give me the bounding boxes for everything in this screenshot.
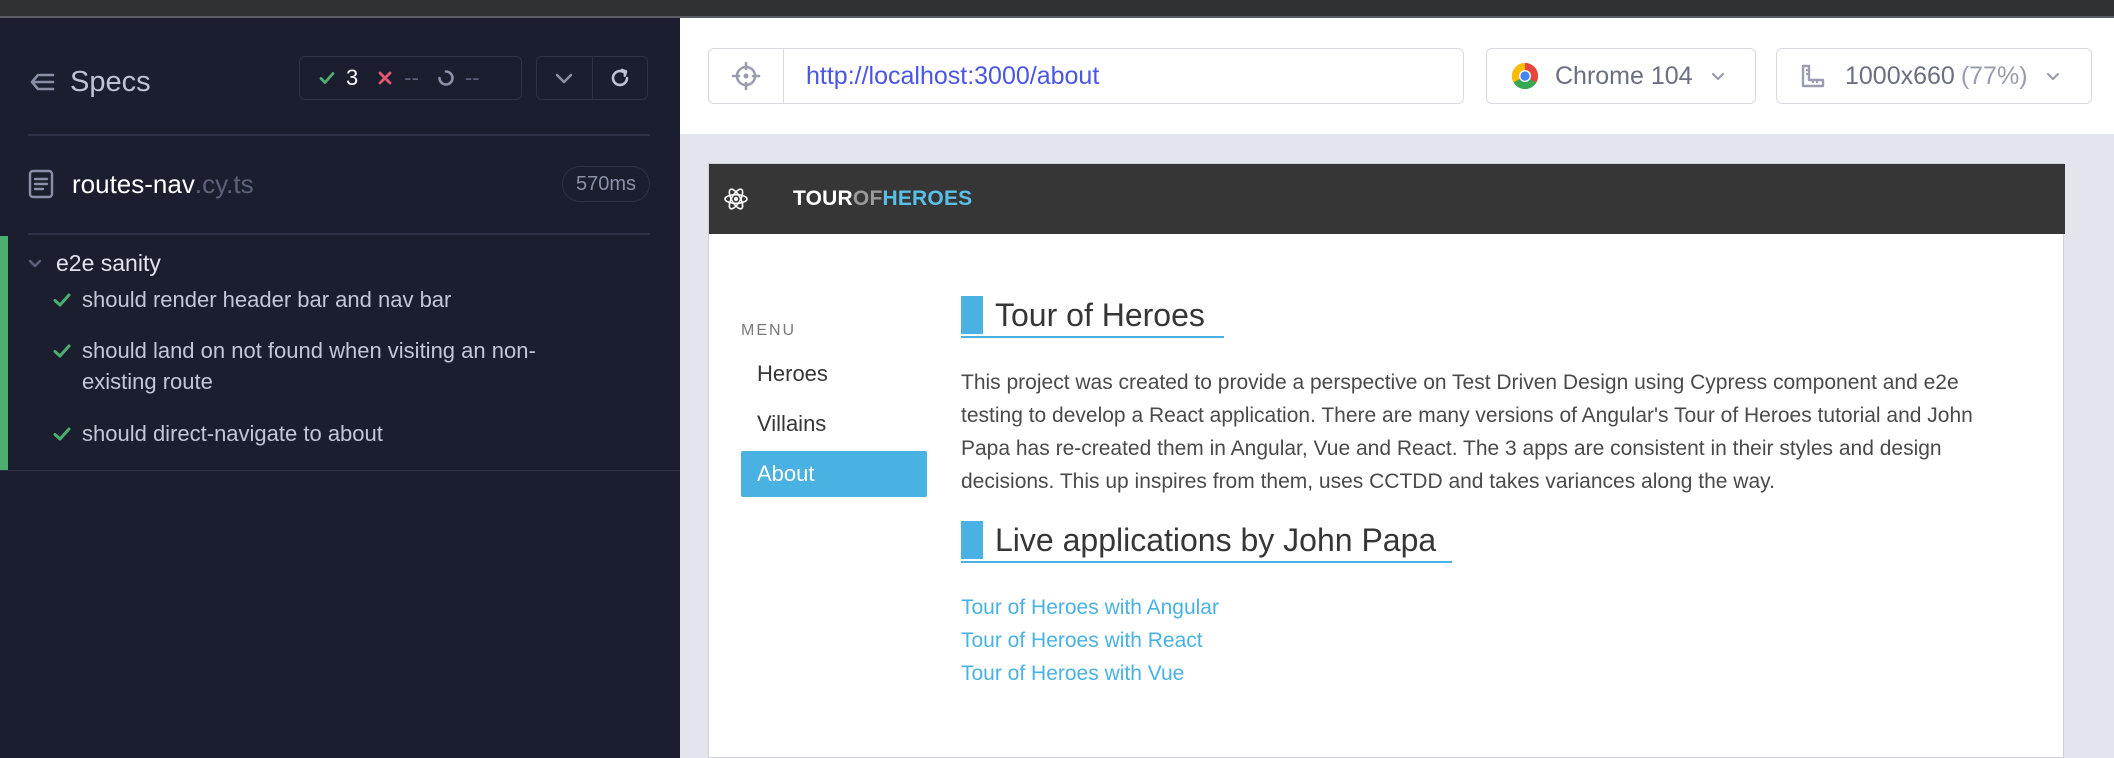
app-under-test: TOUROFHEROES MENU Heroes Villains About … [708,163,2065,758]
viewport-size: 1000x660 [1845,61,1955,90]
check-icon [319,72,335,84]
viewport-scale: (77%) [1960,61,2028,90]
reporter-panel: Specs 3 -- -- routes-nav .cy.ts 570ms e2… [0,18,680,758]
suite-block: e2e sanity should render header bar and … [0,236,680,471]
refresh-icon [611,68,629,87]
heading-underline [961,336,1224,338]
test-row[interactable]: should direct-navigate to about [52,418,602,449]
specs-button[interactable]: Specs [28,62,151,102]
spec-file-name: routes-nav [72,168,195,199]
test-title: should direct-navigate to about [82,421,383,446]
about-content: Tour of Heroes This project was created … [961,294,2021,690]
chevron-down-icon [1711,72,1724,81]
suite-status-bar [0,236,8,470]
passed-count: 3 [318,65,358,91]
pending-count: -- [437,65,480,91]
menu-label: MENU [741,322,797,339]
selector-playground-button[interactable] [709,49,784,103]
crosshair-icon [731,61,761,91]
nav-item-heroes[interactable]: Heroes [741,351,927,397]
suite-title: e2e sanity [56,249,161,276]
chevron-down-icon [28,259,42,268]
url-bar: http://localhost:3000/about [708,48,1464,104]
react-atom-icon[interactable] [723,186,749,212]
check-icon [53,293,71,307]
specs-label: Specs [70,65,151,98]
chevron-down-icon [555,73,573,84]
window-top-strip [0,0,2114,18]
x-icon [378,71,392,85]
spec-duration-badge: 570ms [561,166,650,202]
divider [28,134,650,136]
heading-accent [961,521,983,559]
about-paragraph: This project was created to provide a pe… [961,371,1973,493]
about-heading: Tour of Heroes [961,294,2021,338]
heading-underline [961,561,1452,563]
link-angular[interactable]: Tour of Heroes with Angular [961,591,2021,624]
browser-name: Chrome 104 [1555,61,1693,90]
test-row[interactable]: should land on not found when visiting a… [52,335,602,397]
rerun-button[interactable] [591,57,648,99]
heading-accent [961,296,983,334]
document-icon [28,169,54,199]
link-react[interactable]: Tour of Heroes with React [961,624,2021,657]
nav-item-villains[interactable]: Villains [741,401,927,447]
chrome-logo-icon [1511,62,1539,90]
browser-select[interactable]: Chrome 104 [1486,48,1756,104]
spec-file-header[interactable]: routes-nav .cy.ts 570ms [28,164,650,204]
check-icon [53,427,71,441]
divider [0,470,680,471]
specs-list-icon [30,73,55,91]
failed-count: -- [376,65,419,91]
app-header-bar: TOUROFHEROES [709,164,2065,234]
preview-toolbar: http://localhost:3000/about Chrome 104 1… [680,18,2114,134]
url-text[interactable]: http://localhost:3000/about [784,49,1099,103]
spec-file-ext: .cy.ts [194,168,254,199]
viewport-select[interactable]: 1000x660 (77%) [1776,48,2092,104]
brand-logo[interactable]: TOUROFHEROES [793,187,972,211]
test-row[interactable]: should render header bar and nav bar [52,284,602,315]
test-title: should land on not found when visiting a… [82,338,536,394]
app-preview-panel: http://localhost:3000/about Chrome 104 1… [680,18,2114,758]
suite-title-row[interactable]: e2e sanity [26,246,161,280]
live-app-links: Tour of Heroes with Angular Tour of Hero… [961,591,2021,690]
test-stats: 3 -- -- [299,56,522,100]
ruler-icon [1801,64,1825,88]
collapse-all-button[interactable] [537,57,592,99]
test-title: should render header bar and nav bar [82,287,452,312]
nav-item-about[interactable]: About [741,451,927,497]
reporter-controls [536,56,648,100]
pending-spinner-icon [438,70,454,86]
divider [28,233,650,235]
live-apps-heading: Live applications by John Papa [961,519,2021,563]
link-vue[interactable]: Tour of Heroes with Vue [961,657,2021,690]
chevron-down-icon [2046,72,2059,81]
check-icon [53,344,71,358]
